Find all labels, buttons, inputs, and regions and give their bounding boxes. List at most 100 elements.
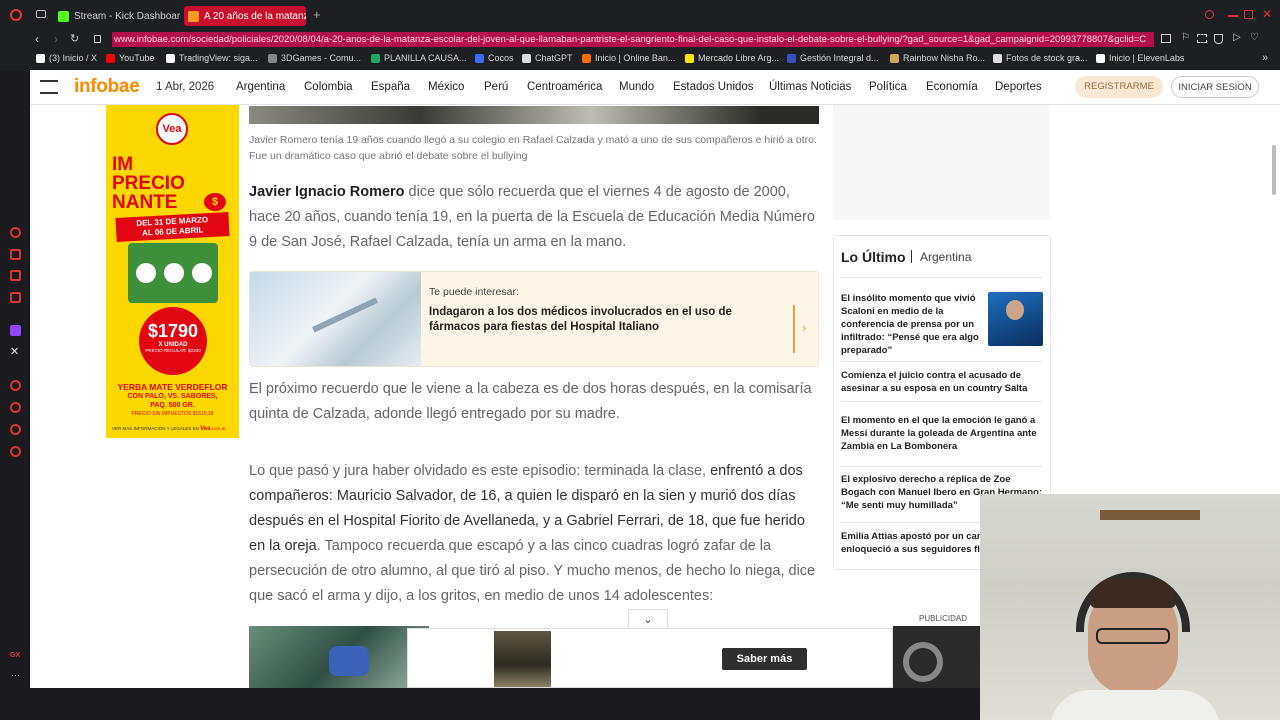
register-button[interactable]: REGISTRARME xyxy=(1075,76,1163,98)
saber-mas-button[interactable]: Saber más xyxy=(722,648,807,670)
bookmark-label: Gestión Integral d... xyxy=(800,53,879,63)
related-title[interactable]: Indagaron a los dos médicos involucrados… xyxy=(429,305,779,335)
ad-product-desc-2: PAQ. 500 GR. xyxy=(150,402,195,409)
gx-icon[interactable]: GX xyxy=(10,652,20,659)
browser-tab-bar: Stream - Kick Dashboard A 20 años de la … xyxy=(0,0,1280,30)
right-ad-placeholder xyxy=(833,105,1050,220)
bookmark-3dgames[interactable]: 3DGames - Comu... xyxy=(268,53,361,63)
history-icon[interactable] xyxy=(10,402,21,413)
nav-argentina[interactable]: Argentina xyxy=(236,81,285,93)
bookmark-cocos[interactable]: Cocos xyxy=(475,53,514,63)
forward-icon[interactable]: › xyxy=(54,32,58,46)
download-icon[interactable]: ▷ xyxy=(1233,32,1241,43)
reload-icon[interactable]: ↻ xyxy=(70,32,79,45)
nav-espana[interactable]: España xyxy=(371,81,410,93)
separator xyxy=(841,361,1042,362)
chevron-right-icon[interactable]: › xyxy=(802,320,806,335)
menu-search-icon[interactable] xyxy=(40,80,58,94)
bookmark-online-banking[interactable]: Inicio | Online Ban... xyxy=(582,53,675,63)
nav-colombia[interactable]: Colombia xyxy=(304,81,353,93)
right-bottom-ad xyxy=(893,626,993,688)
nav-mexico[interactable]: México xyxy=(428,81,464,93)
latest-item-3[interactable]: El momento en el que la emoción le ganó … xyxy=(841,414,1046,453)
latest-item-1-thumbnail[interactable] xyxy=(988,292,1043,346)
player-icon[interactable] xyxy=(10,380,21,391)
close-icon[interactable]: ✕ xyxy=(1262,7,1272,21)
flower-icon xyxy=(136,263,156,283)
ad-product-name: YERBA MATE VERDEFLOR xyxy=(117,382,228,392)
related-article-card[interactable]: Te puede interesar: Indagaron a los dos … xyxy=(249,271,819,367)
nav-deportes[interactable]: Deportes xyxy=(995,81,1042,93)
twitch-icon[interactable] xyxy=(10,325,21,336)
collapse-ad-button[interactable]: ⌄ xyxy=(628,609,668,628)
latest-section[interactable]: Argentina xyxy=(920,250,971,264)
latest-item-2[interactable]: Comienza el juicio contra el acusado de … xyxy=(841,369,1046,395)
extensions-icon[interactable] xyxy=(10,424,21,435)
bookmark-planilla[interactable]: PLANILLA CAUSA... xyxy=(371,53,467,63)
header-date: 1 Abr, 2026 xyxy=(156,81,215,93)
tradingview-icon xyxy=(166,53,175,63)
messenger-icon[interactable] xyxy=(10,292,21,303)
rainbow-icon xyxy=(890,53,899,63)
bookmark-rainbow[interactable]: Rainbow Nisha Ro... xyxy=(890,53,985,63)
nav-estados-unidos[interactable]: Estados Unidos xyxy=(673,81,754,93)
nav-ultimas-noticias[interactable]: Últimas Noticias xyxy=(769,81,851,93)
bookmarks-bar: (3) Inicio / X YouTube TradingView: siga… xyxy=(0,50,1280,70)
nav-economia[interactable]: Economía xyxy=(926,81,978,93)
tab-kick-dashboard[interactable]: Stream - Kick Dashboard xyxy=(58,6,180,26)
heart-icon[interactable]: ♡ xyxy=(1250,32,1259,43)
3dgames-icon xyxy=(268,53,277,63)
vea-advertisement[interactable]: Vea IM PRECIO NANTE $ DEL 31 DE MARZO AL… xyxy=(106,105,239,438)
vea-logo: Vea xyxy=(156,113,188,145)
shield-icon[interactable] xyxy=(1214,34,1223,44)
chat-icon[interactable] xyxy=(10,270,21,281)
bookmark-stock-photos[interactable]: Fotos de stock gra... xyxy=(993,53,1088,63)
x-sidebar-icon[interactable]: ✕ xyxy=(10,345,19,358)
url-input[interactable]: www.infobae.com/sociedad/policiales/2020… xyxy=(112,32,1154,47)
bookmark-mercadolibre[interactable]: Mercado Libre Arg... xyxy=(685,53,779,63)
login-button[interactable]: INICIAR SESION xyxy=(1171,76,1259,98)
shop-icon[interactable] xyxy=(10,249,21,260)
nav-peru[interactable]: Perú xyxy=(484,81,508,93)
latest-item-1[interactable]: El insólito momento que vivió Scaloni en… xyxy=(841,292,981,357)
sidebar-toggle-icon[interactable] xyxy=(1161,34,1171,43)
ad-footer-text: VER MÁS INFORMACIÓN Y LEGALES EN xyxy=(112,426,199,431)
ad-headline-3: NANTE xyxy=(112,192,178,213)
related-divider xyxy=(793,305,795,353)
bookmark-youtube[interactable]: YouTube xyxy=(106,53,154,63)
bookmark-elevenlabs[interactable]: Inicio | ElevenLabs xyxy=(1096,53,1184,63)
lock-icon xyxy=(94,35,101,43)
infobae-logo[interactable]: infobae xyxy=(74,76,140,98)
bookmark-icon[interactable]: ⚐ xyxy=(1181,32,1190,43)
nav-centroamerica[interactable]: Centroamérica xyxy=(527,81,602,93)
more-icon[interactable]: ··· xyxy=(11,670,20,680)
publicidad-label: PUBLICIDAD xyxy=(919,614,968,623)
settings-icon[interactable] xyxy=(10,446,21,457)
search-icon[interactable] xyxy=(1205,10,1214,19)
back-icon[interactable]: ‹ xyxy=(35,32,39,46)
paragraph-text: Lo que pasó y jura haber olvidado es est… xyxy=(249,463,711,479)
ad-headline-2: PRECIO xyxy=(112,173,185,194)
snapshot-icon[interactable] xyxy=(1197,34,1207,43)
bookmarks-overflow-icon[interactable]: » xyxy=(1262,52,1268,64)
minimize-icon[interactable] xyxy=(1228,15,1238,17)
nav-mundo[interactable]: Mundo xyxy=(619,81,654,93)
bookmark-tradingview[interactable]: TradingView: siga... xyxy=(166,53,258,63)
infobae-favicon-icon xyxy=(188,10,199,22)
nav-politica[interactable]: Política xyxy=(869,81,907,93)
syringe-icon xyxy=(312,297,378,333)
maximize-icon[interactable] xyxy=(1244,10,1253,19)
separator xyxy=(841,466,1042,467)
bookmark-gestion[interactable]: Gestión Integral d... xyxy=(787,53,879,63)
gestion-icon xyxy=(787,53,796,63)
page-scrollbar[interactable] xyxy=(1272,145,1276,195)
bookmark-label: (3) Inicio / X xyxy=(49,53,98,63)
new-tab-button[interactable]: + xyxy=(313,7,321,22)
bookmark-x[interactable]: (3) Inicio / X xyxy=(36,53,97,63)
tab-infobae-article[interactable]: A 20 años de la matanza e xyxy=(184,6,306,26)
opera-logo-icon[interactable] xyxy=(10,9,22,21)
tab-overview-icon[interactable] xyxy=(36,10,46,18)
ai-icon[interactable] xyxy=(10,227,21,238)
browser-sidebar: ✕ GX ··· xyxy=(0,70,30,720)
bookmark-chatgpt[interactable]: ChatGPT xyxy=(522,53,573,63)
